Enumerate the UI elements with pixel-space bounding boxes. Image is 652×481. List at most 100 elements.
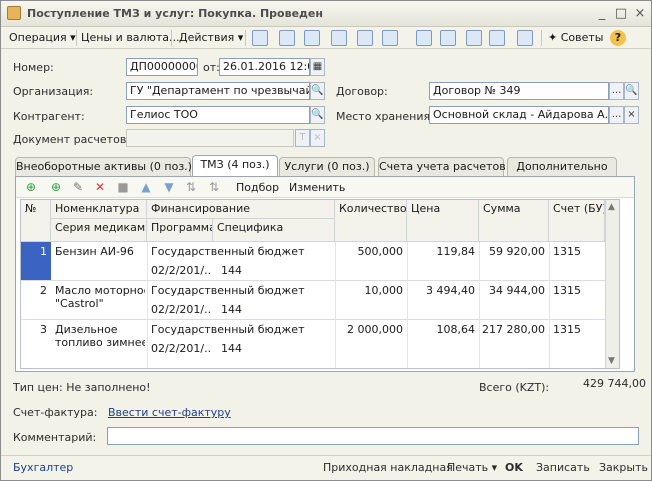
document-label: Документ расчетов: bbox=[13, 133, 131, 146]
select-button[interactable]: Подбор bbox=[236, 181, 279, 194]
select-icon[interactable]: ... bbox=[609, 82, 624, 100]
comment-label: Комментарий: bbox=[13, 431, 97, 444]
ok-button[interactable]: OK bbox=[505, 461, 523, 474]
help-icon[interactable]: ? bbox=[610, 30, 626, 46]
tab-inventory[interactable]: ТМЗ (4 поз.) bbox=[192, 155, 278, 176]
sheet-icon[interactable] bbox=[357, 30, 373, 46]
search-icon[interactable]: 🔍 bbox=[310, 106, 325, 124]
print-menu[interactable]: Печать ▾ bbox=[447, 461, 497, 474]
row-name: Бензин АИ-96 bbox=[55, 245, 134, 258]
contract-label: Договор: bbox=[336, 85, 388, 98]
clear-icon: × bbox=[310, 129, 325, 147]
date-prefix: от: bbox=[203, 61, 220, 74]
storage-field[interactable]: Основной склад - Айдарова А.Т bbox=[429, 106, 609, 124]
row-sum: 217 280,00 bbox=[482, 323, 545, 336]
table-row[interactable]: 3 Дизельное топливо зимнее Государственн… bbox=[21, 320, 619, 358]
col-nomenclature: Номенклатура bbox=[51, 200, 147, 219]
counterparty-label: Контрагент: bbox=[13, 110, 85, 123]
tab-additional[interactable]: Дополнительно bbox=[507, 157, 617, 176]
row-specific: 144 bbox=[221, 264, 242, 277]
row-price: 3 494,40 bbox=[426, 284, 475, 297]
close-button[interactable]: Закрыть bbox=[599, 461, 648, 474]
minimize-icon[interactable]: _ bbox=[593, 5, 611, 23]
save-icon[interactable] bbox=[252, 30, 268, 46]
save-button[interactable]: Записать bbox=[536, 461, 590, 474]
contract-field[interactable]: Договор № 349 bbox=[429, 82, 609, 100]
clear-icon[interactable]: × bbox=[624, 106, 639, 124]
window-title: Поступление ТМЗ и услуг: Покупка. Провед… bbox=[27, 7, 323, 20]
add-icon[interactable]: ⊕ bbox=[24, 180, 38, 194]
select-icon[interactable]: ... bbox=[609, 106, 624, 124]
table-row[interactable]: 2 Масло моторное "Castrol" Государственн… bbox=[21, 281, 619, 319]
row-specific: 144 bbox=[221, 342, 242, 355]
sort-desc-icon[interactable]: ⇅ bbox=[207, 180, 221, 194]
inventory-panel: ⊕ ⊕ ✎ ✕ ■ ▲ ▼ ⇅ ⇅ Подбор Изменить № Номе… bbox=[15, 176, 635, 372]
row-price: 119,84 bbox=[436, 245, 476, 258]
list-icon[interactable] bbox=[416, 30, 432, 46]
comment-field[interactable] bbox=[107, 427, 639, 445]
prices-currency-button[interactable]: Цены и валюта... bbox=[81, 30, 179, 46]
col-num: № bbox=[21, 200, 51, 242]
scroll-down-icon[interactable]: ▼ bbox=[608, 356, 615, 366]
maximize-icon[interactable]: □ bbox=[612, 5, 630, 23]
row-sum: 59 920,00 bbox=[489, 245, 545, 258]
grid-toolbar: ⊕ ⊕ ✎ ✕ ■ ▲ ▼ ⇅ ⇅ Подбор Изменить bbox=[16, 177, 634, 198]
debit-credit-icon[interactable] bbox=[466, 30, 482, 46]
accountant-link[interactable]: Бухгалтер bbox=[13, 461, 73, 474]
organization-field[interactable]: ГУ "Департамент по чрезвычай bbox=[126, 82, 310, 100]
post-icon[interactable] bbox=[279, 30, 295, 46]
move-down-icon[interactable] bbox=[331, 30, 347, 46]
delete-icon[interactable]: ✕ bbox=[93, 180, 107, 194]
move-up-icon[interactable]: ▲ bbox=[139, 180, 153, 194]
operation-menu[interactable]: Операция ▾ bbox=[9, 30, 76, 46]
date-field[interactable]: 26.01.2016 12:00: bbox=[219, 58, 310, 76]
row-program: 02/2/201/... bbox=[151, 342, 211, 355]
advice-button[interactable]: ✦ Советы bbox=[548, 30, 603, 46]
table-row[interactable]: 1 Бензин АИ-96 Государственный бюджет 02… bbox=[21, 242, 619, 280]
row-quantity: 500,000 bbox=[357, 245, 404, 258]
copy-icon[interactable] bbox=[304, 30, 320, 46]
structure-icon[interactable] bbox=[440, 30, 456, 46]
col-account: Счет (БУ) bbox=[549, 200, 605, 242]
sort-asc-icon[interactable]: ⇅ bbox=[184, 180, 198, 194]
organization-label: Организация: bbox=[13, 85, 94, 98]
total-label: Всего (KZT): bbox=[479, 381, 550, 394]
row-account: 1315 bbox=[553, 245, 581, 258]
calendar-icon[interactable]: ▦ bbox=[310, 58, 325, 76]
move-down-icon[interactable]: ▼ bbox=[162, 180, 176, 194]
row-quantity: 10,000 bbox=[364, 284, 404, 297]
tab-services[interactable]: Услуги (0 поз.) bbox=[279, 157, 375, 176]
receipt-button[interactable]: Приходная накладная bbox=[323, 461, 453, 474]
based-on-icon[interactable] bbox=[382, 30, 398, 46]
col-quantity: Количество bbox=[335, 200, 407, 242]
total-value: 429 744,00 bbox=[583, 377, 646, 390]
report-icon[interactable] bbox=[489, 30, 505, 46]
row-financing: Государственный бюджет bbox=[151, 284, 305, 297]
search-icon[interactable]: 🔍 bbox=[624, 82, 639, 100]
edit-button[interactable]: Изменить bbox=[289, 181, 345, 194]
scroll-up-icon[interactable]: ▲ bbox=[608, 202, 615, 212]
table-scrollbar[interactable]: ▲ ▼ bbox=[605, 200, 619, 368]
number-field[interactable]: ДП00000000 bbox=[126, 58, 198, 76]
tabs: Внеоборотные активы (0 поз.) ТМЗ (4 поз.… bbox=[15, 155, 635, 176]
close-icon[interactable]: × bbox=[631, 5, 649, 23]
tab-accounts[interactable]: Счета учета расчетов bbox=[378, 157, 506, 176]
add-copy-icon[interactable]: ⊕ bbox=[49, 180, 63, 194]
font-icon[interactable] bbox=[517, 30, 533, 46]
edit-icon[interactable]: ✎ bbox=[71, 180, 85, 194]
title-bar: Поступление ТМЗ и услуг: Покупка. Провед… bbox=[1, 1, 651, 27]
storage-label: Место хранения: bbox=[336, 110, 434, 123]
row-program: 02/2/201/... bbox=[151, 264, 211, 277]
counterparty-field[interactable]: Гелиос ТОО bbox=[126, 106, 310, 124]
tab-fixed-assets[interactable]: Внеоборотные активы (0 поз.) bbox=[15, 157, 192, 176]
number-label: Номер: bbox=[13, 61, 54, 74]
col-sum: Сумма bbox=[479, 200, 549, 242]
row-program: 02/2/201/... bbox=[151, 303, 211, 316]
row-account: 1315 bbox=[553, 284, 581, 297]
invoice-link[interactable]: Ввести счет-фактуру bbox=[108, 406, 231, 419]
end-edit-icon[interactable]: ■ bbox=[116, 180, 130, 194]
actions-menu[interactable]: Действия ▾ bbox=[179, 30, 243, 46]
row-financing: Государственный бюджет bbox=[151, 245, 305, 258]
search-icon[interactable]: 🔍 bbox=[310, 82, 325, 100]
col-price: Цена bbox=[407, 200, 479, 242]
